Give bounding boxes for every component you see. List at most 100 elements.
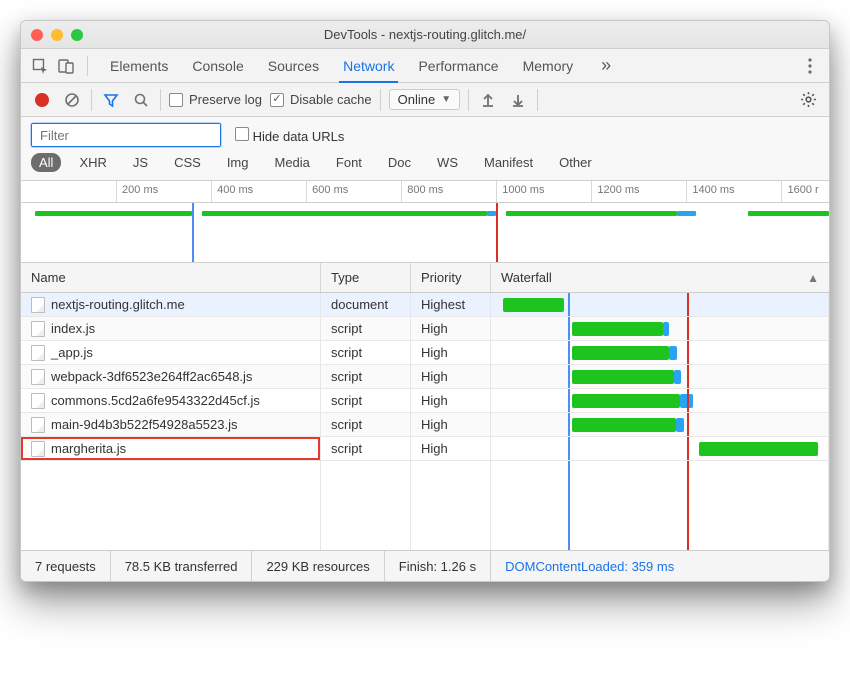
file-icon	[31, 297, 45, 313]
chevron-down-icon: ▼	[441, 94, 451, 105]
request-row[interactable]: margherita.js scriptHigh	[21, 437, 829, 461]
separator	[91, 89, 92, 111]
file-icon	[31, 321, 45, 337]
status-dcl[interactable]: DOMContentLoaded: 359 ms	[491, 551, 688, 581]
window-title: DevTools - nextjs-routing.glitch.me/	[21, 27, 829, 42]
inspect-element-icon[interactable]	[29, 55, 51, 77]
status-transferred: 78.5 KB transferred	[111, 551, 253, 581]
preserve-log-label: Preserve log	[189, 92, 262, 107]
close-window-button[interactable]	[31, 29, 43, 41]
timeline-ruler[interactable]: 200 ms400 ms600 ms800 ms1000 ms1200 ms14…	[21, 181, 829, 203]
filter-toggle-button[interactable]	[100, 89, 122, 111]
filter-type-all[interactable]: All	[31, 153, 61, 172]
table-header: Name Type Priority Waterfall ▲	[21, 263, 829, 293]
request-priority: High	[411, 413, 491, 436]
column-priority[interactable]: Priority	[411, 263, 491, 292]
tab-console[interactable]: Console	[180, 49, 255, 82]
request-type: script	[321, 365, 411, 388]
request-waterfall	[501, 293, 818, 316]
request-type: script	[321, 341, 411, 364]
hide-data-urls-label: Hide data URLs	[253, 129, 345, 144]
tab-performance[interactable]: Performance	[406, 49, 510, 82]
kebab-menu-icon[interactable]	[799, 55, 821, 77]
throttle-value: Online	[398, 92, 436, 107]
request-name: main-9d4b3b522f54928a5523.js	[51, 417, 238, 432]
separator	[87, 56, 88, 76]
request-priority: High	[411, 317, 491, 340]
request-priority: High	[411, 341, 491, 364]
request-waterfall	[501, 437, 818, 460]
record-button[interactable]	[31, 89, 53, 111]
column-waterfall[interactable]: Waterfall ▲	[491, 263, 829, 292]
filter-type-doc[interactable]: Doc	[380, 153, 419, 172]
hide-data-urls-checkbox[interactable]: Hide data URLs	[235, 127, 344, 144]
file-icon	[31, 393, 45, 409]
request-waterfall	[501, 389, 818, 412]
request-type: script	[321, 437, 411, 460]
disable-cache-label: Disable cache	[290, 92, 372, 107]
filter-type-css[interactable]: CSS	[166, 153, 209, 172]
file-icon	[31, 369, 45, 385]
network-toolbar: Preserve log Disable cache Online ▼	[21, 83, 829, 117]
file-icon	[31, 417, 45, 433]
request-priority: High	[411, 437, 491, 460]
separator	[537, 89, 538, 111]
tab-memory[interactable]: Memory	[511, 49, 586, 82]
request-grid: nextjs-routing.glitch.medocumentHighesti…	[21, 293, 829, 461]
separator	[468, 89, 469, 111]
filter-type-img[interactable]: Img	[219, 153, 257, 172]
tab-sources[interactable]: Sources	[256, 49, 331, 82]
request-name: webpack-3df6523e264ff2ac6548.js	[51, 369, 252, 384]
request-name: _app.js	[51, 345, 93, 360]
filter-type-xhr[interactable]: XHR	[71, 153, 114, 172]
minimize-window-button[interactable]	[51, 29, 63, 41]
file-icon	[31, 345, 45, 361]
request-type: document	[321, 293, 411, 316]
export-har-button[interactable]	[507, 89, 529, 111]
status-finish: Finish: 1.26 s	[385, 551, 491, 581]
filter-type-ws[interactable]: WS	[429, 153, 466, 172]
import-har-button[interactable]	[477, 89, 499, 111]
sort-arrow-icon: ▲	[807, 271, 819, 285]
more-tabs-button[interactable]: »	[593, 55, 619, 76]
disable-cache-checkbox[interactable]: Disable cache	[270, 92, 372, 107]
request-row[interactable]: _app.js scriptHigh	[21, 341, 829, 365]
settings-button[interactable]	[797, 89, 819, 111]
request-name: nextjs-routing.glitch.me	[51, 297, 185, 312]
filter-type-font[interactable]: Font	[328, 153, 370, 172]
request-row[interactable]: nextjs-routing.glitch.me documentHighest	[21, 293, 829, 317]
throttle-select[interactable]: Online ▼	[389, 89, 460, 110]
request-row[interactable]: main-9d4b3b522f54928a5523.js scriptHigh	[21, 413, 829, 437]
filter-type-manifest[interactable]: Manifest	[476, 153, 541, 172]
separator	[160, 89, 161, 111]
preserve-log-checkbox[interactable]: Preserve log	[169, 92, 262, 107]
grid-empty-area	[21, 461, 829, 551]
clear-button[interactable]	[61, 89, 83, 111]
filter-bar: Hide data URLs All XHR JS CSS Img Media Font Do…	[21, 117, 829, 181]
request-type: script	[321, 413, 411, 436]
status-requests: 7 requests	[21, 551, 111, 581]
devtools-window: DevTools - nextjs-routing.glitch.me/ Ele…	[20, 20, 830, 582]
tab-elements[interactable]: Elements	[98, 49, 180, 82]
tab-network[interactable]: Network	[331, 49, 406, 82]
window-controls	[31, 29, 83, 41]
request-priority: Highest	[411, 293, 491, 316]
request-waterfall	[501, 341, 818, 364]
request-name: margherita.js	[51, 441, 126, 456]
column-name[interactable]: Name	[21, 263, 321, 292]
request-waterfall	[501, 365, 818, 388]
request-name: index.js	[51, 321, 95, 336]
filter-type-other[interactable]: Other	[551, 153, 600, 172]
column-type[interactable]: Type	[321, 263, 411, 292]
request-row[interactable]: commons.5cd2a6fe9543322d45cf.jsscriptHig…	[21, 389, 829, 413]
filter-type-media[interactable]: Media	[266, 153, 317, 172]
request-row[interactable]: index.jsscriptHigh	[21, 317, 829, 341]
maximize-window-button[interactable]	[71, 29, 83, 41]
separator	[380, 89, 381, 111]
timeline-overview[interactable]	[21, 203, 829, 263]
filter-input[interactable]	[31, 123, 221, 147]
device-toolbar-icon[interactable]	[55, 55, 77, 77]
filter-type-js[interactable]: JS	[125, 153, 156, 172]
request-row[interactable]: webpack-3df6523e264ff2ac6548.jsscriptHig…	[21, 365, 829, 389]
search-button[interactable]	[130, 89, 152, 111]
